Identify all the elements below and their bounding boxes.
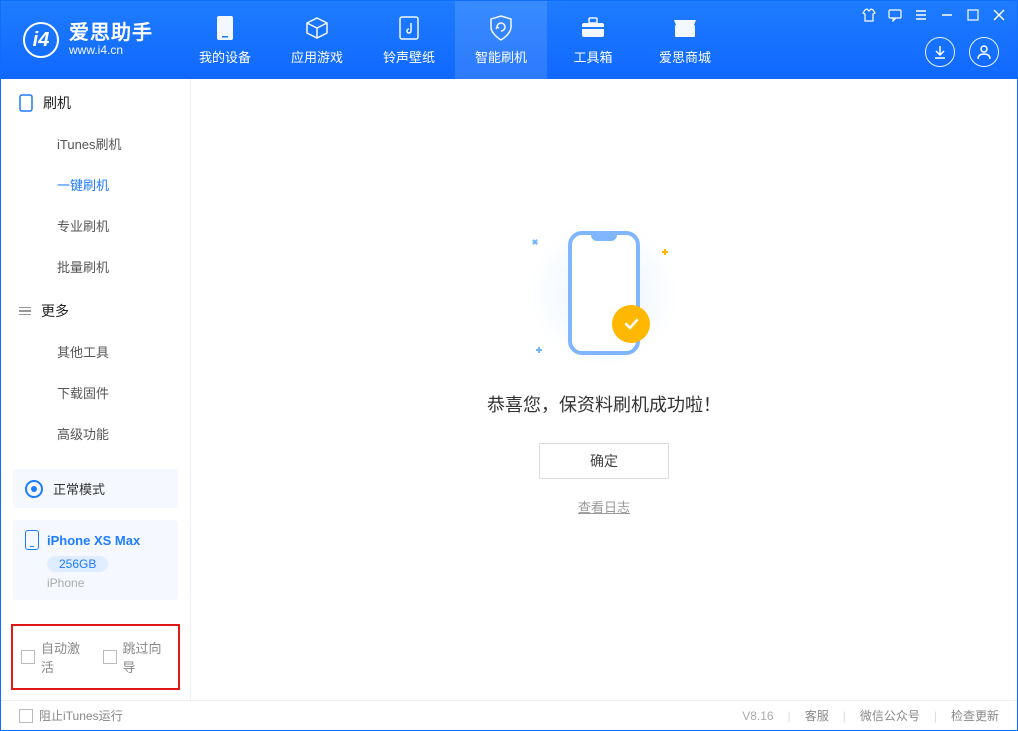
footer-link-support[interactable]: 客服 [805, 707, 829, 724]
phone-graphic [568, 231, 640, 355]
main-content: 恭喜您，保资料刷机成功啦！ 确定 查看日志 [191, 79, 1017, 700]
toolbox-icon [580, 15, 606, 41]
nav-tabs: 我的设备 应用游戏 铃声壁纸 智能刷机 工具箱 爱思商城 [179, 1, 731, 79]
footer-link-wechat[interactable]: 微信公众号 [860, 707, 920, 724]
footer-link-update[interactable]: 检查更新 [951, 707, 999, 724]
footer-block-itunes[interactable]: 阻止iTunes运行 [19, 707, 123, 724]
sidebar-item-other-tools[interactable]: 其他工具 [1, 331, 190, 372]
list-icon [19, 307, 31, 316]
device-mode-card[interactable]: 正常模式 [13, 469, 178, 508]
close-button[interactable] [991, 7, 1007, 23]
sidebar-item-batch-flash[interactable]: 批量刷机 [1, 246, 190, 287]
phone-outline-icon [19, 94, 33, 112]
menu-icon[interactable] [913, 7, 929, 23]
flash-options-highlighted: 自动激活 跳过向导 [11, 624, 180, 690]
device-storage: 256GB [47, 556, 108, 572]
cube-icon [305, 15, 329, 41]
music-file-icon [398, 15, 420, 41]
sidebar: 刷机 iTunes刷机 一键刷机 专业刷机 批量刷机 更多 其他工具 下载固件 … [1, 79, 191, 700]
store-icon [672, 15, 698, 41]
success-illustration [534, 223, 674, 363]
shirt-icon[interactable] [861, 7, 877, 23]
header-actions [925, 37, 999, 67]
device-card[interactable]: iPhone XS Max 256GB iPhone [13, 520, 178, 600]
footer: 阻止iTunes运行 V8.16 | 客服 | 微信公众号 | 检查更新 [1, 700, 1017, 730]
feedback-icon[interactable] [887, 7, 903, 23]
phone-icon [216, 15, 234, 41]
version-label: V8.16 [742, 709, 773, 723]
tab-my-device[interactable]: 我的设备 [179, 1, 271, 79]
minimize-button[interactable] [939, 7, 955, 23]
tab-smart-flash[interactable]: 智能刷机 [455, 1, 547, 79]
body: 刷机 iTunes刷机 一键刷机 专业刷机 批量刷机 更多 其他工具 下载固件 … [1, 79, 1017, 700]
app-subtitle: www.i4.cn [69, 44, 153, 57]
sidebar-section-flash: 刷机 [1, 79, 190, 123]
maximize-button[interactable] [965, 7, 981, 23]
user-icon[interactable] [969, 37, 999, 67]
device-name: iPhone XS Max [47, 533, 140, 548]
option-auto-activate[interactable]: 自动激活 [21, 638, 89, 676]
logo-icon: i4 [23, 22, 59, 58]
tab-apps-games[interactable]: 应用游戏 [271, 1, 363, 79]
app-header: i4 爱思助手 www.i4.cn 我的设备 应用游戏 铃声壁纸 智能刷机 工具… [1, 1, 1017, 79]
sidebar-item-pro-flash[interactable]: 专业刷机 [1, 205, 190, 246]
confirm-button[interactable]: 确定 [539, 443, 669, 479]
tab-ringtones-wallpapers[interactable]: 铃声壁纸 [363, 1, 455, 79]
app-logo: i4 爱思助手 www.i4.cn [1, 1, 171, 79]
sidebar-section-more: 更多 [1, 287, 190, 331]
device-type: iPhone [47, 576, 166, 590]
checkbox[interactable] [21, 650, 35, 664]
download-icon[interactable] [925, 37, 955, 67]
sidebar-item-advanced[interactable]: 高级功能 [1, 413, 190, 454]
checkbox[interactable] [19, 709, 33, 723]
tab-store[interactable]: 爱思商城 [639, 1, 731, 79]
sidebar-item-oneclick-flash[interactable]: 一键刷机 [1, 164, 190, 205]
shield-refresh-icon [489, 15, 513, 41]
window-controls [861, 7, 1007, 23]
device-phone-icon [25, 530, 39, 550]
tab-toolbox[interactable]: 工具箱 [547, 1, 639, 79]
view-log-link[interactable]: 查看日志 [578, 497, 630, 516]
sidebar-item-download-firmware[interactable]: 下载固件 [1, 372, 190, 413]
check-icon [612, 305, 650, 343]
success-message: 恭喜您，保资料刷机成功啦！ [487, 391, 721, 417]
option-skip-guide[interactable]: 跳过向导 [103, 638, 171, 676]
checkbox[interactable] [103, 650, 117, 664]
mode-indicator-icon [25, 480, 43, 498]
sidebar-item-itunes-flash[interactable]: iTunes刷机 [1, 123, 190, 164]
app-title: 爱思助手 [69, 22, 153, 44]
